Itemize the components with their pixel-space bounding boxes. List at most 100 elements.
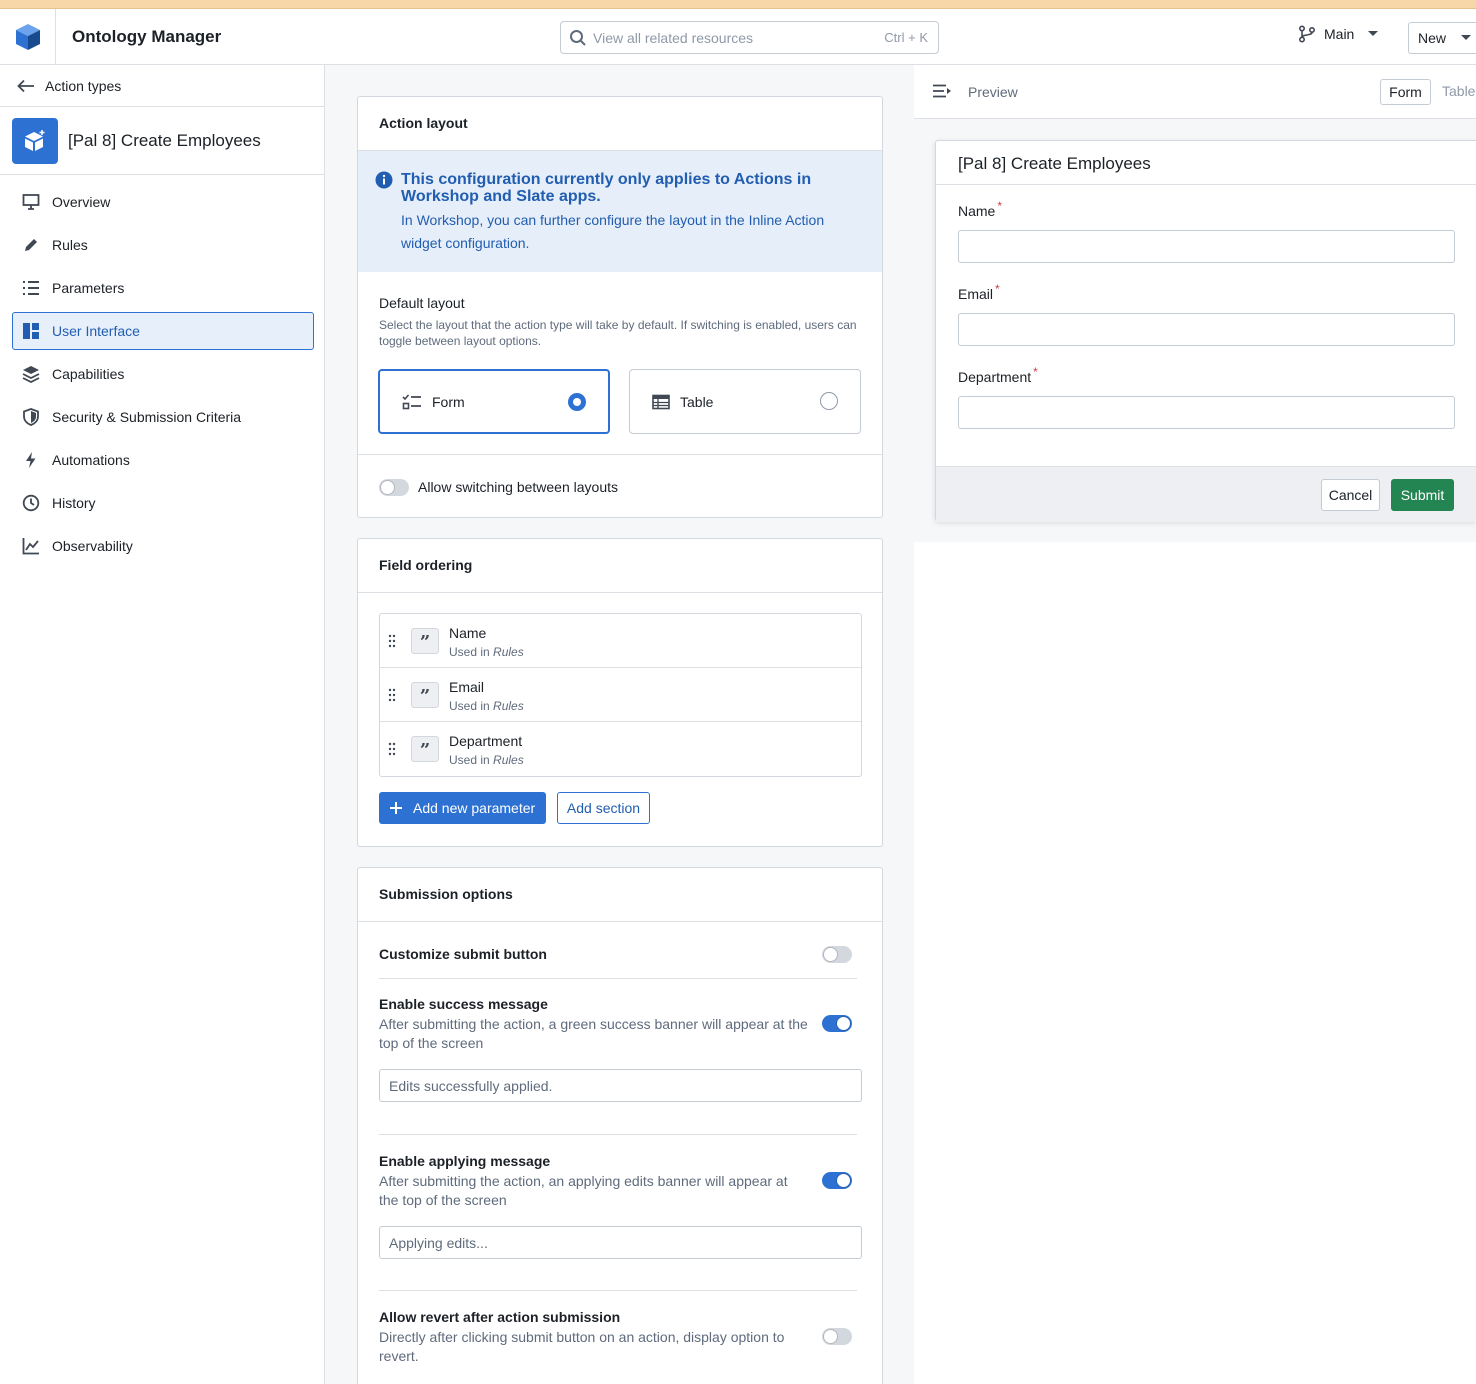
preview-label: Preview bbox=[968, 84, 1018, 100]
cube-logo-icon bbox=[15, 24, 40, 50]
sidebar-item-label: Security & Submission Criteria bbox=[52, 409, 242, 425]
string-type-icon: ” bbox=[411, 736, 439, 762]
sidebar-item-capabilities[interactable]: Capabilities bbox=[12, 355, 314, 393]
radio-table[interactable] bbox=[820, 392, 838, 410]
required-mark: * bbox=[997, 199, 1003, 213]
sidebar-item-label: Observability bbox=[52, 538, 133, 554]
preview-canvas: [Pal 8] Create Employees Name * Email * De… bbox=[914, 119, 1476, 542]
card-title: Submission options bbox=[358, 868, 882, 922]
success-message-input[interactable]: Edits successfully applied. bbox=[379, 1069, 862, 1102]
revert-description: Directly after clicking submit button on… bbox=[379, 1329, 785, 1364]
app-logo[interactable] bbox=[0, 9, 56, 65]
success-message-title: Enable success message bbox=[379, 996, 548, 1012]
branch-selector[interactable]: Main bbox=[1298, 25, 1382, 43]
callout-title: This configuration currently only applie… bbox=[401, 171, 812, 205]
applying-message-toggle[interactable] bbox=[822, 1172, 852, 1189]
radio-form[interactable] bbox=[568, 393, 586, 411]
customize-submit-label: Customize submit button bbox=[379, 946, 547, 962]
preview-field-label: Name * bbox=[958, 199, 1003, 219]
sidebar-item-history[interactable]: History bbox=[12, 484, 314, 522]
applying-message-description: After submitting the action, an applying… bbox=[379, 1173, 788, 1208]
preview-form-card: [Pal 8] Create Employees Name * Email * De… bbox=[935, 140, 1476, 522]
clock-icon bbox=[22, 494, 40, 512]
app-title: Ontology Manager bbox=[72, 27, 222, 46]
preview-department-input[interactable] bbox=[958, 396, 1455, 429]
drag-handle-icon[interactable] bbox=[388, 742, 396, 756]
layout-option-label: Table bbox=[680, 393, 714, 410]
search-input[interactable]: View all related resources Ctrl + K bbox=[560, 21, 939, 54]
sidebar-item-rules[interactable]: Rules bbox=[12, 226, 314, 264]
field-name: Email bbox=[449, 679, 485, 695]
divider bbox=[379, 978, 857, 979]
sidebar-item-parameters[interactable]: Parameters bbox=[12, 269, 314, 307]
field-usage: Used in Rules bbox=[449, 699, 524, 713]
new-button-label: New bbox=[1418, 30, 1447, 46]
submission-options-card: Submission options Customize submit butt… bbox=[357, 867, 883, 1384]
tab-table[interactable]: Table bbox=[1442, 83, 1475, 99]
back-to-action-types[interactable]: Action types bbox=[0, 65, 324, 107]
allow-switching-toggle[interactable] bbox=[379, 479, 409, 496]
preview-field-label: Email * bbox=[958, 282, 1000, 302]
sidebar-item-label: History bbox=[52, 495, 96, 511]
sidebar-item-label: Automations bbox=[52, 452, 130, 468]
sidebar-item-observability[interactable]: Observability bbox=[12, 527, 314, 565]
tab-form[interactable]: Form bbox=[1380, 79, 1431, 105]
branch-label: Main bbox=[1324, 26, 1355, 42]
collapse-menu-icon[interactable] bbox=[932, 84, 952, 98]
new-button[interactable]: New bbox=[1408, 22, 1476, 54]
branch-icon bbox=[1298, 25, 1316, 43]
revert-toggle[interactable] bbox=[822, 1328, 852, 1345]
add-section-button[interactable]: Add section bbox=[557, 792, 650, 824]
card-title: Field ordering bbox=[358, 539, 882, 593]
sidebar-item-user-interface[interactable]: User Interface bbox=[12, 312, 314, 350]
chart-icon bbox=[22, 538, 39, 555]
layout-icon bbox=[23, 323, 39, 339]
allow-switching-label: Allow switching between layouts bbox=[418, 479, 618, 495]
list-item[interactable]: ” Name Used in Rules bbox=[380, 614, 861, 668]
field-list: ” Name Used in Rules ” Email Used in Rul… bbox=[379, 613, 862, 777]
search-icon bbox=[570, 30, 586, 46]
sidebar-nav: Overview Rules Parameters User Interface… bbox=[12, 183, 314, 570]
sidebar-item-automations[interactable]: Automations bbox=[12, 441, 314, 479]
required-mark: * bbox=[995, 282, 1000, 296]
preview-name-input[interactable] bbox=[958, 230, 1455, 263]
customize-submit-toggle[interactable] bbox=[822, 946, 852, 963]
revert-title: Allow revert after action submission bbox=[379, 1309, 621, 1325]
preview-form-title: [Pal 8] Create Employees bbox=[958, 154, 1151, 173]
shield-icon bbox=[23, 408, 39, 426]
sidebar-item-label: Capabilities bbox=[52, 366, 125, 382]
sidebar-item-label: User Interface bbox=[52, 323, 140, 339]
drag-handle-icon[interactable] bbox=[388, 634, 396, 648]
string-type-icon: ” bbox=[411, 628, 439, 654]
add-parameter-button[interactable]: Add new parameter bbox=[379, 792, 546, 824]
divider bbox=[936, 184, 1476, 185]
success-message-toggle[interactable] bbox=[822, 1015, 852, 1032]
preview-field-label: Department * bbox=[958, 365, 1038, 385]
default-layout-label: Default layout bbox=[379, 295, 465, 311]
drag-handle-icon[interactable] bbox=[388, 688, 396, 702]
field-name: Department bbox=[449, 733, 523, 749]
sidebar-item-label: Rules bbox=[52, 237, 88, 253]
list-icon bbox=[23, 281, 39, 295]
layout-option-form[interactable]: Form bbox=[378, 369, 610, 434]
layout-option-label: Form bbox=[432, 393, 465, 410]
preview-header: Preview Form Table bbox=[914, 65, 1476, 119]
entity-header: [Pal 8] Create Employees bbox=[0, 107, 324, 175]
preview-email-input[interactable] bbox=[958, 313, 1455, 346]
form-icon bbox=[402, 393, 421, 409]
submit-button[interactable]: Submit bbox=[1391, 479, 1454, 511]
default-layout-description: Select the layout that the action type w… bbox=[379, 318, 857, 348]
sidebar-item-security[interactable]: Security & Submission Criteria bbox=[12, 398, 314, 436]
layout-option-table[interactable]: Table bbox=[629, 369, 861, 434]
search-shortcut: Ctrl + K bbox=[884, 30, 928, 45]
cancel-button[interactable]: Cancel bbox=[1321, 479, 1380, 511]
preview-form-footer: Cancel Submit bbox=[936, 466, 1476, 522]
list-item[interactable]: ” Email Used in Rules bbox=[380, 668, 861, 722]
list-item[interactable]: ” Department Used in Rules bbox=[380, 722, 861, 776]
sidebar: Action types [Pal 8] Create Employees Ov… bbox=[0, 65, 325, 1384]
action-layout-card: Action layout This configuration current… bbox=[357, 96, 883, 518]
applying-message-input[interactable]: Applying edits... bbox=[379, 1226, 862, 1259]
card-title: Action layout bbox=[358, 97, 882, 151]
sidebar-item-overview[interactable]: Overview bbox=[12, 183, 314, 221]
main-panel: Action layout This configuration current… bbox=[325, 65, 914, 1384]
